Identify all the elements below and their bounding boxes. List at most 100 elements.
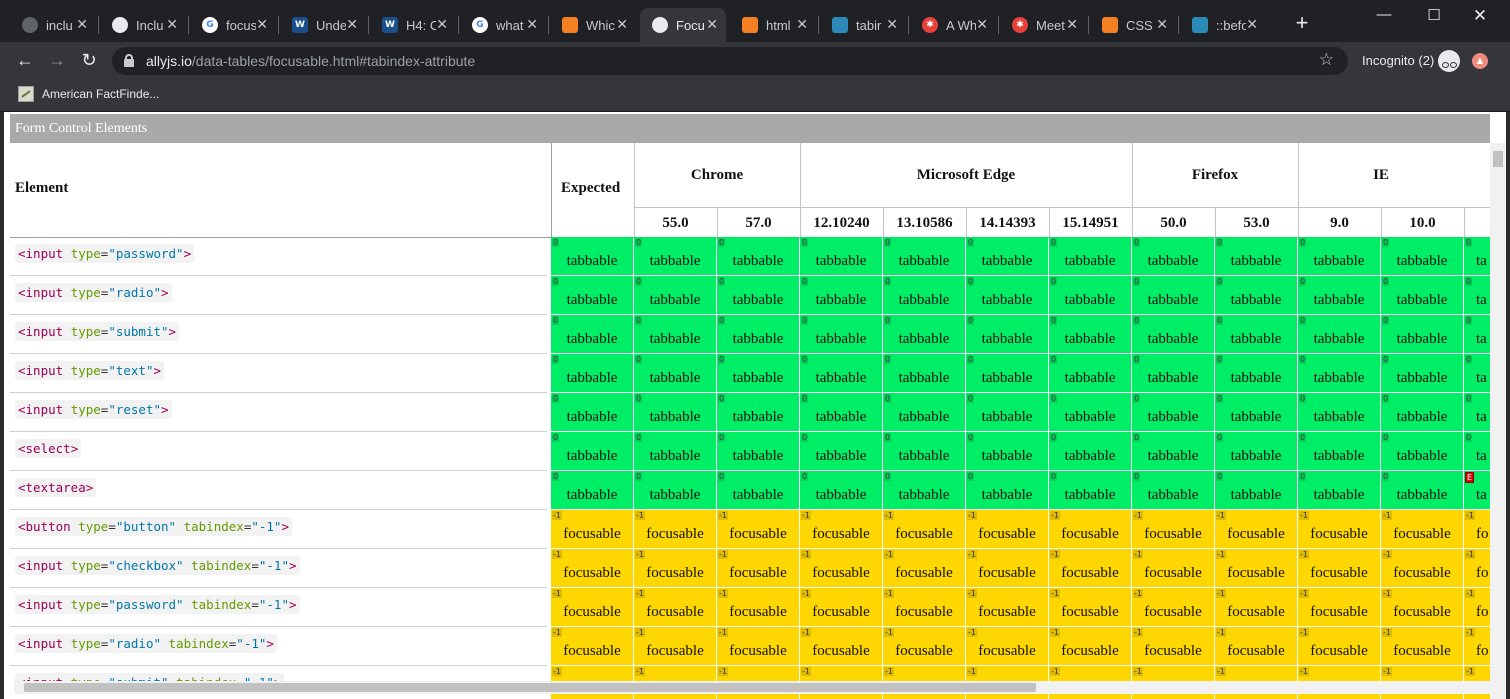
horizontal-scrollbar[interactable] bbox=[14, 681, 1490, 694]
browser-tab[interactable]: ✱ A Wh ✕ bbox=[910, 8, 996, 42]
result-cell: 0 tabbable bbox=[1215, 315, 1297, 353]
tabindex-badge: 0 bbox=[1050, 394, 1058, 403]
reload-icon[interactable]: ↻ bbox=[78, 50, 100, 70]
element-code: <button type="button" tabindex="-1"> bbox=[15, 517, 292, 536]
attr-value: "password" bbox=[108, 597, 184, 612]
tabindex-badge: -1 bbox=[1050, 628, 1060, 637]
result-cell: 0 tabbable bbox=[1132, 315, 1214, 353]
result-cell: 0 tabbable bbox=[1049, 315, 1131, 353]
browser-tab[interactable]: CSS ✕ bbox=[1090, 8, 1176, 42]
tab-title: inclu bbox=[46, 17, 73, 33]
close-tab-icon[interactable]: ✕ bbox=[1156, 16, 1168, 33]
tabindex-badge: 0 bbox=[801, 472, 809, 481]
close-tab-icon[interactable]: ✕ bbox=[166, 16, 178, 33]
result-cell: 0 tabbable bbox=[1298, 315, 1380, 353]
browser-tab[interactable]: Gwhat ✕ bbox=[460, 8, 546, 42]
close-tab-icon[interactable]: ✕ bbox=[976, 16, 988, 33]
result-value: ta bbox=[1476, 409, 1487, 425]
attr-name: type bbox=[70, 402, 101, 417]
forward-arrow-icon[interactable]: → bbox=[46, 50, 68, 70]
expected-cell: 0 tabbable bbox=[551, 354, 633, 392]
result-cell: -1focusable bbox=[966, 549, 1048, 587]
google-icon: G bbox=[472, 17, 488, 33]
browser-tab[interactable]: W H4: C ✕ bbox=[370, 8, 456, 42]
result-cell: -1focusable bbox=[800, 549, 882, 587]
tabindex-badge: -1 bbox=[1465, 628, 1475, 637]
close-tab-icon[interactable]: ✕ bbox=[796, 16, 808, 33]
element-cell: <input type="submit"> bbox=[10, 315, 547, 354]
incognito-icon[interactable] bbox=[1438, 50, 1460, 72]
tabindex-badge: 0 bbox=[801, 394, 809, 403]
tabindex-badge: 0 bbox=[1050, 433, 1058, 442]
result-value: tabbable bbox=[1230, 292, 1282, 308]
tag-close: > bbox=[70, 441, 79, 456]
close-tab-icon[interactable]: ✕ bbox=[346, 16, 358, 33]
header-divider bbox=[551, 143, 552, 237]
extension-icon[interactable]: ▲ bbox=[1472, 53, 1488, 69]
browser-tab[interactable]: inclu ✕ bbox=[10, 8, 96, 42]
close-tab-icon[interactable]: ✕ bbox=[886, 16, 898, 33]
close-tab-icon[interactable]: ✕ bbox=[616, 16, 628, 33]
tabindex-badge: -1 bbox=[552, 628, 562, 637]
maximize-window-button[interactable]: ☐ bbox=[1424, 6, 1444, 24]
result-value: focusable bbox=[1393, 526, 1451, 542]
tab-title: what bbox=[496, 17, 524, 33]
tabindex-badge: 0 bbox=[1216, 355, 1224, 364]
result-cell: 0 tabbable bbox=[634, 471, 716, 509]
attr-name: type bbox=[78, 519, 109, 534]
result-value: tabbable bbox=[1313, 409, 1365, 425]
scrollbar-thumb[interactable] bbox=[24, 683, 1036, 692]
close-tab-icon[interactable]: ✕ bbox=[76, 16, 88, 33]
close-tab-icon[interactable]: ✕ bbox=[706, 16, 718, 33]
minimize-window-button[interactable]: — bbox=[1374, 6, 1394, 23]
browser-tab[interactable]: ::befo ✕ bbox=[1180, 8, 1266, 42]
result-cell: 0 tabbable bbox=[1215, 276, 1297, 314]
back-arrow-icon[interactable]: ← bbox=[14, 50, 36, 70]
close-tab-icon[interactable]: ✕ bbox=[256, 16, 268, 33]
expected-cell: 0 tabbable bbox=[551, 393, 633, 431]
result-value: focusable bbox=[895, 565, 953, 581]
browser-tab[interactable]: Gfocus ✕ bbox=[190, 8, 276, 42]
close-tab-icon[interactable]: ✕ bbox=[1246, 16, 1258, 33]
scrollbar-thumb[interactable] bbox=[1493, 151, 1503, 167]
bookmark-star-icon[interactable]: ☆ bbox=[1319, 50, 1334, 70]
expected-cell: 0 tabbable bbox=[551, 237, 633, 275]
result-value: focusable bbox=[1227, 604, 1285, 620]
tabindex-badge: 0 bbox=[967, 394, 975, 403]
close-tab-icon[interactable]: ✕ bbox=[526, 16, 538, 33]
close-window-button[interactable]: ✕ bbox=[1470, 6, 1490, 26]
result-value: tabbable bbox=[566, 370, 618, 386]
browser-tab[interactable]: W Unde ✕ bbox=[280, 8, 366, 42]
url-text[interactable]: allyjs.io/data-tables/focusable.html#tab… bbox=[146, 53, 475, 69]
tabindex-badge: -1 bbox=[1465, 550, 1475, 559]
result-cell: 0 tabbable bbox=[1381, 393, 1463, 431]
vertical-scrollbar[interactable] bbox=[1490, 143, 1506, 699]
tabindex-badge: -1 bbox=[1133, 550, 1143, 559]
bookmark-item[interactable]: American FactFinde... bbox=[18, 86, 159, 102]
tabindex-badge: -1 bbox=[1050, 550, 1060, 559]
close-tab-icon[interactable]: ✕ bbox=[1066, 16, 1078, 33]
tab-separator bbox=[188, 16, 189, 34]
browser-tab[interactable]: ✱ Meet ✕ bbox=[1000, 8, 1086, 42]
result-value: tabbable bbox=[732, 292, 784, 308]
result-cell: 0 tabbable bbox=[1215, 354, 1297, 392]
tag-name: <input bbox=[18, 285, 64, 300]
browser-tab[interactable]: tabir ✕ bbox=[820, 8, 906, 42]
address-bar[interactable]: allyjs.io/data-tables/focusable.html#tab… bbox=[112, 47, 1348, 75]
result-cell: -1focusable bbox=[1381, 588, 1463, 626]
tabindex-badge: 0 bbox=[967, 277, 975, 286]
result-value: focusable bbox=[1393, 565, 1451, 581]
close-tab-icon[interactable]: ✕ bbox=[436, 16, 448, 33]
new-tab-button[interactable]: + bbox=[1290, 12, 1314, 34]
browser-tab[interactable]: Whic ✕ bbox=[550, 8, 636, 42]
tag-name: <input bbox=[18, 363, 64, 378]
result-value: tabbable bbox=[898, 448, 950, 464]
lock-icon bbox=[124, 54, 134, 67]
browser-tab[interactable]: Inclu ✕ bbox=[100, 8, 186, 42]
result-cell: -1focusable bbox=[1049, 588, 1131, 626]
browser-tab[interactable]: Focu ✕ bbox=[640, 8, 726, 42]
browser-tab[interactable]: html ✕ bbox=[730, 8, 816, 42]
result-value: tabbable bbox=[1064, 487, 1116, 503]
tabindex-badge: -1 bbox=[718, 589, 728, 598]
tabindex-badge: 0 bbox=[635, 472, 643, 481]
